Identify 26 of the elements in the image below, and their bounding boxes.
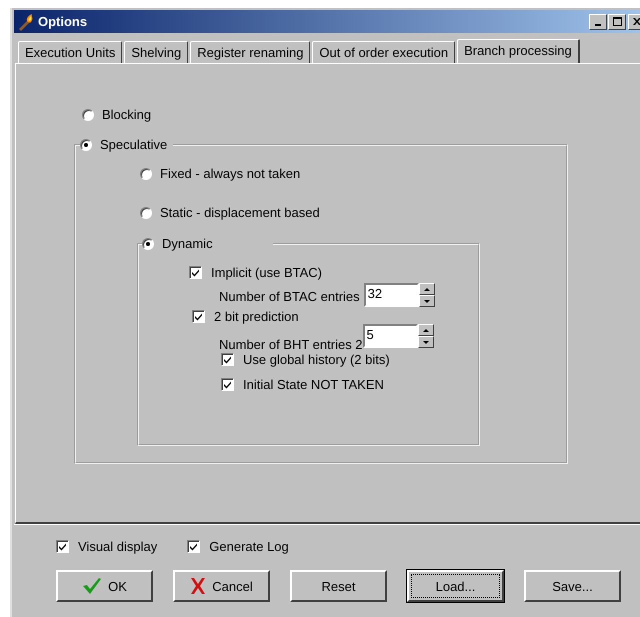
tab[interactable]: Register renaming (190, 41, 310, 63)
radio-option[interactable]: Speculative (80, 137, 168, 152)
radio-option[interactable]: Static - displacement based (140, 205, 320, 220)
checkbox-option[interactable]: Use global history (2 bits) (221, 352, 390, 367)
checkbox-option[interactable]: 2 bit prediction (192, 309, 299, 324)
checkbox-option[interactable]: Implicit (use BTAC) (189, 265, 322, 280)
button[interactable]: Save... (524, 570, 621, 602)
number-field[interactable]: 5 (362, 324, 418, 348)
tab[interactable]: Shelving (124, 41, 188, 63)
tab[interactable]: Branch processing (457, 39, 580, 63)
cancel-button[interactable]: Cancel (173, 570, 270, 602)
radio-option[interactable]: Blocking (82, 107, 152, 122)
button[interactable]: Load... (407, 570, 504, 602)
radio-option[interactable]: Fixed - always not taken (140, 166, 300, 181)
checkbox-option[interactable]: Initial State NOT TAKEN (221, 377, 384, 392)
tab[interactable]: Execution Units (18, 41, 122, 63)
window-title: Options (38, 14, 88, 29)
radio-option[interactable]: Dynamic (142, 236, 213, 251)
number-field[interactable]: 32 (364, 283, 419, 307)
field-label: Number of BTAC entries (219, 289, 360, 306)
tab[interactable]: Out of order execution (312, 41, 456, 63)
checkbox-option[interactable]: Generate Log (187, 539, 289, 554)
button[interactable]: Reset (290, 570, 387, 602)
ok-button[interactable]: OK (56, 570, 153, 602)
checkbox-option[interactable]: Visual display (56, 539, 158, 554)
field-label: Number of BHT entries 2 (219, 337, 363, 352)
